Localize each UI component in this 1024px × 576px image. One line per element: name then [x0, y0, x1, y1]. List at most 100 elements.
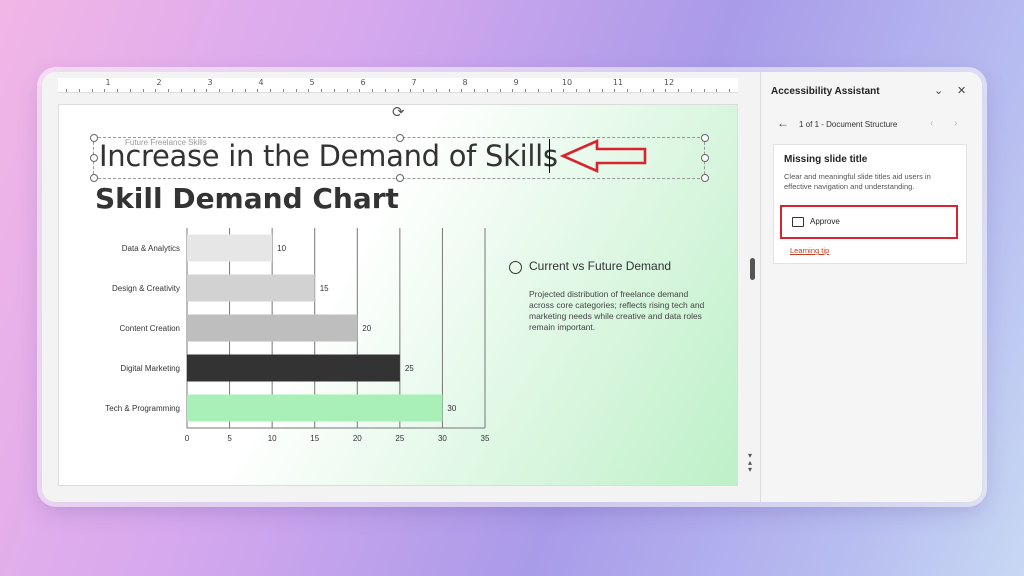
- ruler-tick: [78, 89, 80, 92]
- ruler-number: 10: [561, 78, 573, 87]
- ruler-tick: [435, 89, 437, 92]
- chevron-down-icon[interactable]: ⌄: [934, 84, 943, 97]
- app-window: 1 2 3 4 5 6 7 8 9 10 11 12 ⟳ Future Freelance Skill…: [42, 72, 982, 502]
- ruler-number: 4: [258, 78, 264, 87]
- ruler-tick: [359, 89, 361, 92]
- category-label: Content Creation: [120, 324, 180, 333]
- skill-demand-bar-chart: 0 5 10 15 20 25 30 35 Data & Analytics 10 Design &…: [105, 228, 490, 443]
- ruler-number: 9: [513, 78, 519, 87]
- ruler-tick: [346, 89, 348, 92]
- pane-title: Accessibility Assistant: [771, 86, 880, 97]
- ruler-tick: [142, 89, 144, 92]
- ruler-number: 5: [309, 78, 315, 87]
- ruler-number: 3: [207, 78, 213, 87]
- bar: [187, 394, 443, 422]
- ruler-tick: [206, 89, 208, 92]
- slide-title[interactable]: Increase in the Demand of Skills: [99, 139, 558, 173]
- ruler-tick: [270, 89, 271, 92]
- ruler-tick: [601, 89, 603, 92]
- x-tick-label: 15: [310, 434, 319, 443]
- data-label: 15: [320, 284, 329, 293]
- ruler-tick: [576, 89, 577, 92]
- ruler-tick: [639, 89, 641, 92]
- ruler-tick: [219, 89, 220, 92]
- resize-handle[interactable]: [90, 134, 98, 142]
- ruler-number: 11: [612, 78, 624, 87]
- previous-issue-icon[interactable]: ‹: [930, 118, 933, 129]
- ruler-tick: [91, 89, 93, 92]
- page-nav-icon[interactable]: ▾ ▴ ▾: [748, 452, 752, 474]
- ruler-tick: [499, 89, 501, 92]
- ruler-tick: [333, 89, 335, 92]
- ruler-tick: [486, 89, 488, 92]
- chart-heading: Skill Demand Chart: [95, 182, 399, 215]
- ruler-tick: [155, 89, 157, 92]
- ruler-tick: [231, 89, 233, 92]
- text-cursor: [549, 139, 550, 173]
- ruler-tick: [588, 89, 590, 92]
- x-tick-label: 35: [481, 434, 490, 443]
- ruler-tick: [372, 89, 373, 92]
- category-label: Digital Marketing: [120, 364, 180, 373]
- ruler-tick: [193, 89, 195, 92]
- ruler-tick: [321, 89, 322, 92]
- ruler-tick: [384, 89, 386, 92]
- ruler-tick: [117, 89, 118, 92]
- issue-card: Missing slide title Clear and meaningful…: [773, 144, 967, 264]
- resize-handle[interactable]: [701, 174, 709, 182]
- ruler-tick: [665, 89, 667, 92]
- x-tick-label: 20: [353, 434, 362, 443]
- close-icon[interactable]: ✕: [957, 84, 966, 97]
- vertical-scrollbar-thumb[interactable]: [750, 258, 755, 280]
- rotate-handle-icon[interactable]: ⟳: [392, 103, 405, 121]
- ruler-tick: [525, 89, 526, 92]
- ruler-tick: [563, 89, 565, 92]
- issue-navigation-label: 1 of 1 - Document Structure: [799, 120, 898, 129]
- learning-tip-link[interactable]: Learning tip: [790, 246, 829, 255]
- horizontal-ruler: 1 2 3 4 5 6 7 8 9 10 11 12: [58, 78, 738, 93]
- approve-button[interactable]: Approve: [780, 205, 958, 239]
- ruler-tick: [678, 89, 679, 92]
- resize-handle[interactable]: [396, 174, 404, 182]
- slide-canvas[interactable]: ⟳ Future Freelance Skills Increase in th…: [58, 104, 738, 486]
- ruler-tick: [537, 89, 539, 92]
- slide-editor: 1 2 3 4 5 6 7 8 9 10 11 12 ⟳ Future Freelance Skill…: [42, 72, 760, 502]
- issue-description: Clear and meaningful slide titles aid us…: [784, 172, 931, 191]
- resize-handle[interactable]: [701, 134, 709, 142]
- ruler-tick: [550, 89, 552, 92]
- ruler-number: 8: [462, 78, 468, 87]
- ruler-tick: [614, 89, 616, 92]
- ruler-tick: [703, 89, 705, 92]
- back-arrow-icon[interactable]: ←: [777, 116, 789, 130]
- ruler-tick: [168, 89, 169, 92]
- legend-title: Current vs Future Demand: [529, 259, 672, 273]
- data-label: 25: [405, 364, 414, 373]
- ruler-tick: [627, 89, 628, 92]
- ruler-tick: [474, 89, 475, 92]
- ruler-tick: [295, 89, 297, 92]
- ruler-tick: [257, 89, 259, 92]
- red-arrow-icon: [559, 139, 647, 173]
- ruler-tick: [716, 89, 718, 92]
- accessibility-assistant-pane: Accessibility Assistant ⌄ ✕ ← 1 of 1 - D…: [760, 72, 982, 502]
- data-label: 20: [362, 324, 371, 333]
- ruler-tick: [104, 89, 106, 92]
- ruler-tick: [423, 89, 424, 92]
- ruler-tick: [461, 89, 463, 92]
- next-issue-icon[interactable]: ›: [954, 118, 957, 129]
- resize-handle[interactable]: [90, 174, 98, 182]
- ruler-tick: [729, 89, 730, 92]
- approve-label: Approve: [810, 217, 840, 226]
- ruler-number: 7: [411, 78, 417, 87]
- chart-description: Projected distribution of freelance dema…: [529, 289, 705, 332]
- ruler-tick: [410, 89, 412, 92]
- data-label: 10: [277, 244, 286, 253]
- category-label: Design & Creativity: [112, 284, 180, 293]
- issue-title: Missing slide title: [784, 154, 868, 165]
- ruler-tick: [448, 89, 450, 92]
- ruler-tick: [180, 89, 182, 92]
- x-tick-label: 10: [268, 434, 277, 443]
- x-tick-label: 0: [185, 434, 190, 443]
- resize-handle[interactable]: [90, 154, 98, 162]
- resize-handle[interactable]: [701, 154, 709, 162]
